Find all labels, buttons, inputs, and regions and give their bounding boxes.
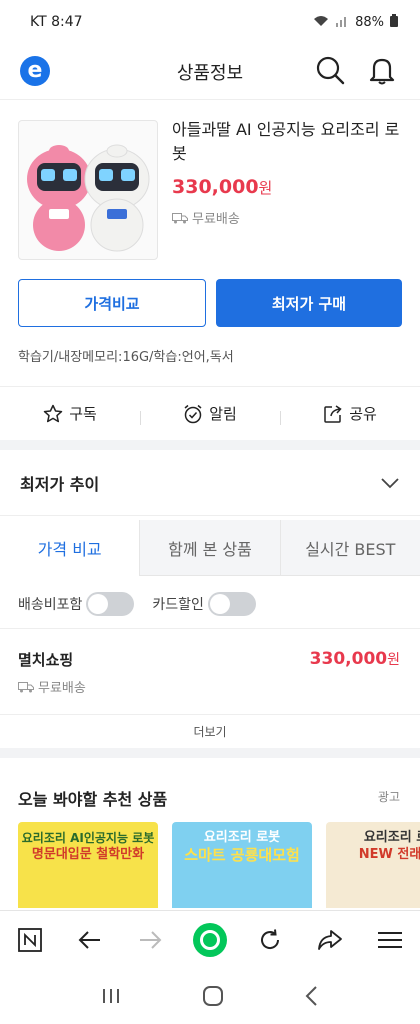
status-right: 88%	[313, 14, 398, 30]
card-discount-toggle[interactable]	[207, 592, 256, 616]
browser-nav-bar	[0, 910, 420, 968]
action-bar: 구독 알림 공유	[0, 386, 420, 440]
alert-label: 알림	[209, 405, 237, 423]
recommend-card-line1: 요리조리 로봇	[203, 830, 281, 845]
recommend-card-line2: 스마트 공룡대모험	[184, 846, 300, 864]
star-icon	[43, 404, 63, 422]
seller-price: 330,000원	[310, 649, 400, 669]
section-divider	[0, 748, 420, 758]
more-button[interactable]: 더보기	[0, 714, 420, 748]
share-label: 공유	[349, 405, 377, 423]
section-divider	[0, 440, 420, 450]
recommend-card-line1: 요리조리 AI인공지능 로봇	[21, 831, 155, 845]
naver-n-icon	[18, 927, 42, 952]
product-price-currency: 원	[258, 179, 273, 197]
home-icon[interactable]	[202, 985, 224, 1007]
product-spec: 학습기/내장메모리:16G/학습:언어,독서	[18, 350, 234, 365]
refresh-icon	[261, 928, 280, 949]
share-arrow-icon	[318, 929, 342, 950]
alert-button[interactable]: 알림	[140, 403, 280, 425]
alarm-clock-icon	[184, 404, 202, 423]
recommend-card[interactable]: 요리조리 AI인공지능 로봇 명문대입문 철학만화	[18, 822, 158, 908]
product-shipping-text: 무료배송	[192, 212, 240, 227]
forward-button[interactable]	[130, 920, 170, 960]
truck-icon	[18, 681, 34, 692]
page-title: 상품정보	[176, 62, 244, 84]
system-nav-bar	[0, 968, 420, 1024]
refresh-button[interactable]	[250, 920, 290, 960]
recommend-title: 오늘 봐야할 추천 상품	[18, 790, 168, 809]
logo-letter: e	[27, 58, 43, 83]
product-shipping: 무료배송	[172, 208, 240, 227]
app-header: e 상품정보	[0, 44, 420, 100]
share-icon	[324, 404, 342, 423]
green-dot-icon	[193, 922, 227, 957]
filter-toggles: 배송비포함 카드할인	[18, 592, 256, 616]
lowest-price-trend[interactable]: 최저가 추이	[0, 450, 420, 516]
price-compare-button[interactable]: 가격비교	[18, 279, 206, 327]
product-price-value: 330,000	[172, 176, 259, 198]
recent-apps-icon[interactable]	[100, 987, 122, 1005]
battery-percent: 88%	[355, 14, 384, 30]
tab-price-compare[interactable]: 가격 비교	[0, 520, 140, 576]
recommend-card[interactable]: 요리조리 로봇 스마트 공룡대모험	[172, 822, 312, 908]
search-icon[interactable]	[314, 54, 346, 86]
seller-name: 멸치쇼핑	[18, 651, 74, 669]
arrow-right-icon	[140, 930, 162, 949]
ad-label: 광고	[377, 790, 400, 804]
status-carrier-time: KT 8:47	[30, 14, 83, 30]
recommend-card[interactable]: 요리조리 로 NEW 전래동	[326, 822, 420, 908]
tab-viewed-together[interactable]: 함께 본 상품	[139, 520, 280, 576]
purchase-buttons: 가격비교 최저가 구매	[18, 279, 402, 327]
shipping-included-toggle-group: 배송비포함	[18, 592, 135, 616]
arrow-left-icon	[78, 930, 100, 949]
share-button[interactable]: 공유	[280, 403, 420, 425]
tab-realtime-best[interactable]: 실시간 BEST	[279, 520, 420, 576]
home-button[interactable]	[190, 920, 230, 960]
product-image[interactable]	[18, 120, 158, 260]
seller-shipping: 무료배송	[18, 677, 86, 696]
seller-row[interactable]: 멸치쇼핑 330,000원 무료배송	[0, 628, 420, 714]
card-discount-toggle-group: 카드할인	[152, 592, 256, 616]
shipping-included-toggle[interactable]	[86, 592, 135, 616]
header-icons	[314, 54, 398, 86]
seller-shipping-text: 무료배송	[38, 681, 86, 696]
signal-icon	[335, 15, 349, 30]
buy-lowest-button[interactable]: 최저가 구매	[216, 279, 402, 327]
battery-icon	[390, 14, 398, 30]
bell-icon[interactable]	[366, 54, 398, 86]
status-bar: KT 8:47 88%	[0, 0, 420, 44]
product-price: 330,000원	[172, 176, 272, 198]
product-name[interactable]: 아들과딸 AI 인공지능 요리조리 로봇	[172, 118, 402, 166]
product-summary: 아들과딸 AI 인공지능 요리조리 로봇 330,000원 무료배송	[0, 100, 420, 270]
wifi-icon	[313, 15, 329, 30]
seller-price-value: 330,000	[309, 649, 388, 669]
subscribe-button[interactable]: 구독	[0, 403, 140, 424]
recommend-card-line2: 명문대입문 철학만화	[31, 847, 145, 862]
shipping-included-label: 배송비포함	[18, 597, 83, 613]
truck-icon	[172, 212, 188, 223]
menu-button[interactable]	[370, 920, 410, 960]
recommended-products: 오늘 봐야할 추천 상품 광고 요리조리 AI인공지능 로봇 명문대입문 철학만…	[0, 758, 420, 908]
naver-n-button[interactable]	[10, 920, 50, 960]
share-browser-button[interactable]	[310, 920, 350, 960]
price-tabs: 가격 비교 함께 본 상품 실시간 BEST	[0, 520, 420, 576]
card-discount-label: 카드할인	[152, 597, 204, 613]
back-button[interactable]	[70, 920, 110, 960]
recommend-card-line1: 요리조리 로	[363, 830, 420, 845]
trend-title: 최저가 추이	[20, 474, 100, 494]
app-logo[interactable]: e	[20, 56, 50, 86]
chevron-down-icon[interactable]	[380, 477, 400, 489]
back-icon[interactable]	[304, 985, 320, 1007]
subscribe-label: 구독	[69, 405, 97, 423]
seller-price-currency: 원	[387, 652, 400, 668]
hamburger-icon	[378, 931, 402, 948]
recommend-card-line2: NEW 전래동	[358, 847, 420, 862]
